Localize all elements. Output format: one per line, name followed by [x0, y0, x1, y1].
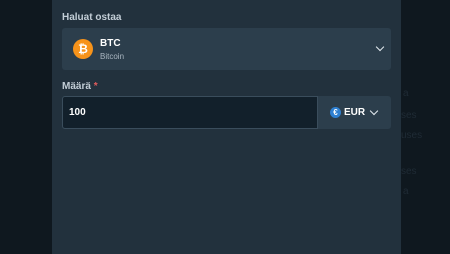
buy-form-panel: Haluat ostaa ₿ BTC Bitcoin Määrä * € EUR	[52, 0, 401, 254]
bitcoin-icon: ₿	[73, 39, 93, 59]
chevron-down-icon	[369, 106, 379, 116]
asset-name: Bitcoin	[100, 52, 125, 61]
currency-select[interactable]: € EUR	[318, 96, 391, 129]
amount-label-text: Määrä	[62, 81, 91, 92]
amount-label: Määrä *	[62, 81, 98, 92]
backdrop-text-4: ses	[401, 166, 417, 177]
backdrop-text-1: a	[403, 88, 409, 99]
backdrop-text-5: a	[403, 186, 409, 197]
euro-icon: €	[330, 107, 341, 118]
chevron-down-icon	[375, 42, 385, 52]
amount-field-group: € EUR	[62, 96, 391, 129]
screen: a ses uses ses a Haluat ostaa ₿ BTC Bitc…	[0, 0, 450, 254]
backdrop-text-3: uses	[401, 130, 423, 141]
asset-select[interactable]: ₿ BTC Bitcoin	[62, 28, 391, 70]
asset-symbol: BTC	[100, 38, 121, 49]
buy-asset-label: Haluat ostaa	[62, 12, 122, 23]
backdrop-text-2: ses	[401, 110, 417, 121]
currency-code: EUR	[344, 107, 366, 118]
required-marker: *	[93, 81, 98, 92]
amount-input[interactable]	[62, 96, 318, 129]
